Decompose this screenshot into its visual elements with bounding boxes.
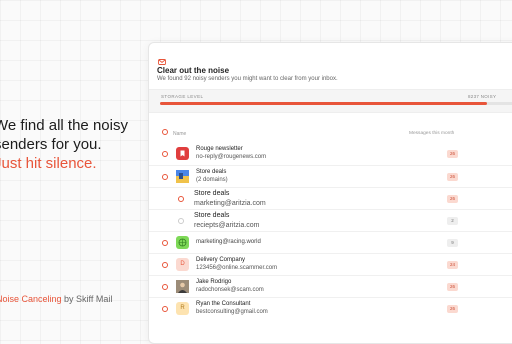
noise-panel: Clear out the noise We found 92 noisy se…	[148, 42, 512, 344]
sender-row[interactable]: Store deals reciepts@aritzia.com 2	[149, 209, 512, 231]
select-radio[interactable]	[162, 151, 168, 157]
select-radio[interactable]	[162, 240, 168, 246]
sender-name: Delivery Company	[196, 257, 246, 263]
message-count-badge: 2	[447, 217, 458, 225]
globe-icon	[176, 236, 189, 249]
person-photo-icon	[176, 280, 189, 293]
sender-name: Ryan the Consultant	[196, 301, 251, 307]
sender-row[interactable]: Jake Rodrigo radochonsek@scam.com 26	[149, 275, 512, 297]
sender-email: marketing@racing.world	[196, 239, 261, 245]
select-radio[interactable]	[162, 174, 168, 180]
storage-label: STORAGE LEVEL	[161, 94, 204, 99]
storage-bar-fill	[160, 102, 487, 105]
sender-row[interactable]: Store deals marketing@aritzia.com 26	[149, 187, 512, 209]
hero-line-2: senders for you.	[0, 136, 102, 153]
sender-name: Store deals	[196, 169, 227, 175]
message-count-badge: 26	[447, 195, 458, 203]
table-header: Name Messages this month	[149, 127, 512, 141]
select-radio[interactable]	[178, 196, 184, 202]
hero-headline: We find all the noisy senders for you. J…	[0, 116, 128, 173]
sender-email: 123456@online.scammer.com	[196, 265, 278, 271]
column-messages: Messages this month	[409, 131, 455, 136]
sender-domains: (2 domains)	[196, 177, 228, 183]
avatar-initial: R	[176, 302, 189, 315]
sender-email: no-reply@rougenews.com	[196, 154, 267, 160]
sender-name: Jake Rodrigo	[196, 279, 232, 285]
select-radio[interactable]	[162, 284, 168, 290]
message-count-badge: 26	[447, 305, 458, 313]
storage-count: 8237 NOISY	[468, 94, 497, 99]
sender-row[interactable]: R Ryan the Consultant bestconsulting@gma…	[149, 297, 512, 319]
hero-line-3: Just hit silence.	[0, 155, 97, 172]
sender-row[interactable]: D Delivery Company 123456@online.scammer…	[149, 253, 512, 275]
sender-name: Rouge newsletter	[196, 146, 243, 152]
sender-name: Store deals	[194, 190, 230, 197]
panel-title: Clear out the noise	[157, 66, 230, 75]
sender-email: reciepts@aritzia.com	[194, 222, 260, 229]
select-radio[interactable]	[178, 218, 184, 224]
select-radio[interactable]	[162, 306, 168, 312]
panel-subtitle: We found 92 noisy senders you might want…	[157, 76, 338, 82]
message-count-badge: 26	[447, 173, 458, 181]
sender-email: radochonsek@scam.com	[196, 287, 264, 293]
sender-email: marketing@aritzia.com	[194, 200, 266, 207]
sender-row[interactable]: marketing@racing.world 9	[149, 231, 512, 253]
message-count-badge: 9	[447, 239, 458, 247]
brand-credit: by Skiff Mail	[61, 294, 113, 304]
sender-name: Store deals	[194, 212, 230, 219]
store-icon	[176, 170, 189, 183]
product-name: Noise Canceling	[0, 294, 62, 304]
sender-row[interactable]: Store deals (2 domains) 26	[149, 165, 512, 187]
select-all-radio[interactable]	[162, 129, 168, 135]
storage-level: STORAGE LEVEL 8237 NOISY	[149, 89, 512, 113]
message-count-badge: 26	[447, 150, 458, 158]
storage-bar	[160, 102, 512, 105]
message-count-badge: 26	[447, 283, 458, 291]
footer-credit: Noise Canceling by Skiff Mail	[0, 294, 112, 304]
avatar-initial: D	[176, 258, 189, 271]
select-radio[interactable]	[162, 262, 168, 268]
bookmark-icon	[176, 147, 189, 160]
sender-row[interactable]: Rouge newsletter no-reply@rougenews.com …	[149, 143, 512, 164]
hero-line-1: We find all the noisy	[0, 117, 128, 134]
sender-email: bestconsulting@gmail.com	[196, 309, 268, 315]
panel-header: Clear out the noise We found 92 noisy se…	[149, 43, 512, 89]
column-name: Name	[173, 131, 187, 137]
message-count-badge: 24	[447, 261, 458, 269]
